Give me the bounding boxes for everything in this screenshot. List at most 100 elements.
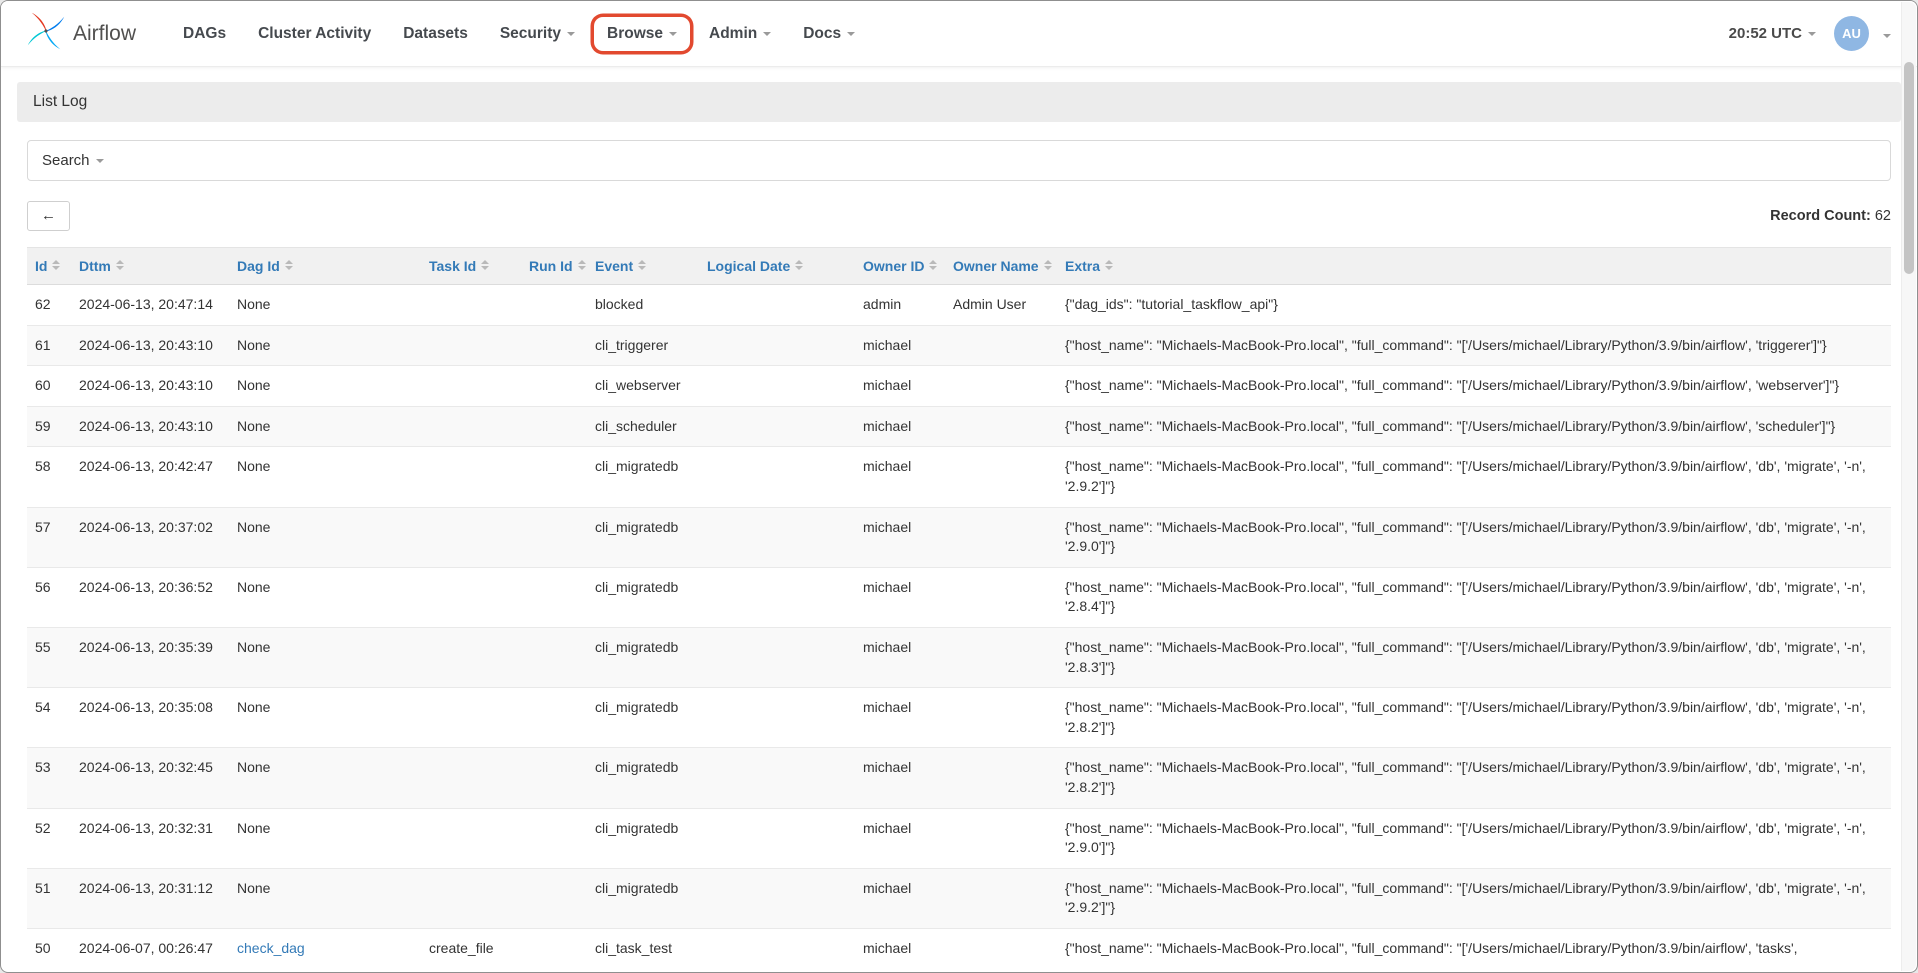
cell-task-id	[421, 748, 521, 808]
cell-id: 58	[27, 447, 71, 507]
cell-run-id	[521, 808, 587, 868]
nav-item-label: Admin	[709, 25, 757, 43]
cell-text: 2024-06-13, 20:35:39	[79, 639, 213, 655]
column-header-dag-id: Dag Id	[229, 248, 421, 285]
cell-owner-id: michael	[855, 627, 945, 687]
cell-id: 53	[27, 748, 71, 808]
cell-text: {"host_name": "Michaels-MacBook-Pro.loca…	[1065, 519, 1866, 555]
avatar-initials: AU	[1842, 26, 1861, 41]
cell-extra: {"dag_ids": "tutorial_taskflow_api"}	[1057, 285, 1891, 326]
nav-item-cluster-activity[interactable]: Cluster Activity	[245, 17, 384, 51]
column-sort-link[interactable]: Dag Id	[237, 258, 280, 274]
column-sort-link[interactable]: Event	[595, 258, 633, 274]
column-header-owner-name: Owner Name	[945, 248, 1057, 285]
column-sort-link[interactable]: Id	[35, 258, 47, 274]
cell-dttm: 2024-06-07, 00:26:47	[71, 928, 229, 968]
column-sort-link[interactable]: Run Id	[529, 258, 573, 274]
search-toggle[interactable]: Search	[27, 140, 1891, 181]
sort-icon[interactable]	[638, 260, 646, 270]
nav-item-dags[interactable]: DAGs	[170, 17, 239, 51]
cell-dttm: 2024-06-13, 20:42:47	[71, 447, 229, 507]
sort-icon[interactable]	[116, 260, 124, 270]
cell-extra: {"host_name": "Michaels-MacBook-Pro.loca…	[1057, 627, 1891, 687]
clock-dropdown[interactable]: 20:52 UTC	[1729, 25, 1816, 42]
table-row: 542024-06-13, 20:35:08Nonecli_migratedbm…	[27, 688, 1891, 748]
cell-text: cli_migratedb	[595, 458, 678, 474]
cell-logical-date	[699, 366, 855, 407]
nav-item-security[interactable]: Security	[487, 17, 588, 51]
sort-icon[interactable]	[285, 260, 293, 270]
table-body: 622024-06-13, 20:47:14NoneblockedadminAd…	[27, 285, 1891, 969]
cell-extra: {"host_name": "Michaels-MacBook-Pro.loca…	[1057, 567, 1891, 627]
cell-logical-date	[699, 627, 855, 687]
cell-logical-date	[699, 507, 855, 567]
cell-task-id	[421, 567, 521, 627]
column-sort-link[interactable]: Owner ID	[863, 258, 924, 274]
cell-text: michael	[863, 458, 911, 474]
cell-dag-id: check_dag	[229, 928, 421, 968]
sort-icon[interactable]	[578, 260, 586, 270]
cell-text: 60	[35, 377, 51, 393]
cell-id: 56	[27, 567, 71, 627]
cell-text: cli_migratedb	[595, 699, 678, 715]
column-header-owner-id: Owner ID	[855, 248, 945, 285]
cell-dttm: 2024-06-13, 20:43:10	[71, 406, 229, 447]
cell-run-id	[521, 688, 587, 748]
nav-item-browse[interactable]: Browse	[594, 17, 690, 51]
cell-run-id	[521, 366, 587, 407]
cell-logical-date	[699, 808, 855, 868]
column-sort-link[interactable]: Task Id	[429, 258, 476, 274]
cell-text: None	[237, 759, 270, 775]
sort-icon[interactable]	[1044, 260, 1052, 270]
cell-event: cli_migratedb	[587, 748, 699, 808]
cell-text: michael	[863, 418, 911, 434]
cell-logical-date	[699, 285, 855, 326]
dag-link[interactable]: check_dag	[237, 940, 305, 956]
cell-run-id	[521, 928, 587, 968]
airflow-brand[interactable]: Airflow	[27, 12, 136, 55]
chevron-down-icon	[567, 32, 575, 36]
avatar[interactable]: AU	[1834, 16, 1869, 51]
cell-event: cli_migratedb	[587, 567, 699, 627]
cell-dttm: 2024-06-13, 20:35:39	[71, 627, 229, 687]
column-sort-link[interactable]: Owner Name	[953, 258, 1039, 274]
back-button[interactable]: ←	[27, 201, 70, 231]
scrollbar-track[interactable]	[1901, 2, 1916, 971]
browser-window: Airflow DAGsCluster ActivityDatasetsSecu…	[0, 0, 1918, 973]
sort-icon[interactable]	[929, 260, 937, 270]
cell-event: cli_migratedb	[587, 808, 699, 868]
cell-extra: {"host_name": "Michaels-MacBook-Pro.loca…	[1057, 406, 1891, 447]
cell-text: cli_triggerer	[595, 337, 668, 353]
cell-task-id: create_file	[421, 928, 521, 968]
nav-item-docs[interactable]: Docs	[790, 17, 868, 51]
nav-item-datasets[interactable]: Datasets	[390, 17, 481, 51]
column-sort-link[interactable]: Dttm	[79, 258, 111, 274]
cell-text: {"host_name": "Michaels-MacBook-Pro.loca…	[1065, 579, 1866, 615]
column-sort-link[interactable]: Extra	[1065, 258, 1100, 274]
sort-icon[interactable]	[52, 260, 60, 270]
brand-title: Airflow	[73, 22, 136, 46]
cell-dttm: 2024-06-13, 20:37:02	[71, 507, 229, 567]
cell-run-id	[521, 285, 587, 326]
cell-text: 62	[35, 296, 51, 312]
cell-text: 59	[35, 418, 51, 434]
cell-text: None	[237, 579, 270, 595]
cell-dttm: 2024-06-13, 20:31:12	[71, 868, 229, 928]
cell-dttm: 2024-06-13, 20:35:08	[71, 688, 229, 748]
cell-text: 2024-06-13, 20:35:08	[79, 699, 213, 715]
sort-icon[interactable]	[795, 260, 803, 270]
nav-item-admin[interactable]: Admin	[696, 17, 784, 51]
column-header-dttm: Dttm	[71, 248, 229, 285]
cell-owner-name	[945, 325, 1057, 366]
user-menu-toggle[interactable]	[1877, 25, 1891, 43]
table-row: 612024-06-13, 20:43:10Nonecli_triggererm…	[27, 325, 1891, 366]
column-sort-link[interactable]: Logical Date	[707, 258, 790, 274]
sort-icon[interactable]	[1105, 260, 1113, 270]
cell-extra: {"host_name": "Michaels-MacBook-Pro.loca…	[1057, 447, 1891, 507]
cell-event: cli_migratedb	[587, 627, 699, 687]
sort-icon[interactable]	[481, 260, 489, 270]
cell-text: cli_task_test	[595, 940, 672, 956]
scrollbar-thumb[interactable]	[1904, 62, 1914, 274]
cell-logical-date	[699, 748, 855, 808]
cell-dag-id: None	[229, 627, 421, 687]
